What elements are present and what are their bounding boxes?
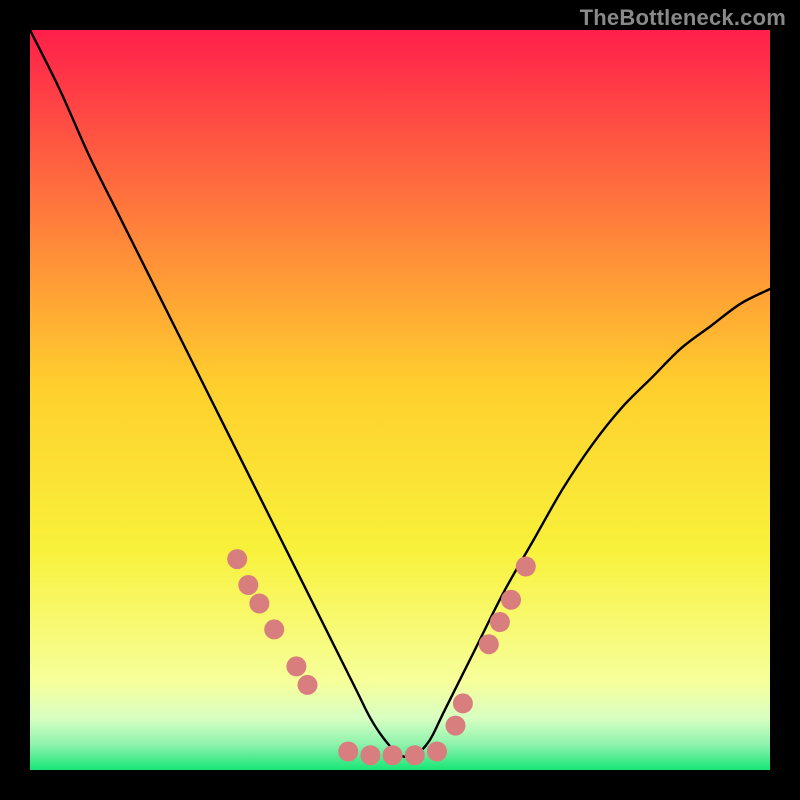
chart-frame: TheBottleneck.com — [0, 0, 800, 800]
curve-marker — [405, 745, 425, 765]
curve-marker — [383, 745, 403, 765]
curve-marker — [249, 594, 269, 614]
curve-marker — [360, 745, 380, 765]
curve-marker — [286, 656, 306, 676]
curve-marker — [479, 634, 499, 654]
curve-marker — [501, 590, 521, 610]
plot-area — [30, 30, 770, 770]
curve-marker — [427, 742, 447, 762]
curve-marker — [453, 693, 473, 713]
curve-marker — [446, 716, 466, 736]
curve-marker — [227, 549, 247, 569]
chart-svg — [30, 30, 770, 770]
curve-marker — [338, 742, 358, 762]
watermark-text: TheBottleneck.com — [580, 5, 786, 31]
curve-marker — [516, 557, 536, 577]
gradient-background — [30, 30, 770, 770]
curve-marker — [238, 575, 258, 595]
curve-marker — [298, 675, 318, 695]
curve-marker — [264, 619, 284, 639]
curve-marker — [490, 612, 510, 632]
